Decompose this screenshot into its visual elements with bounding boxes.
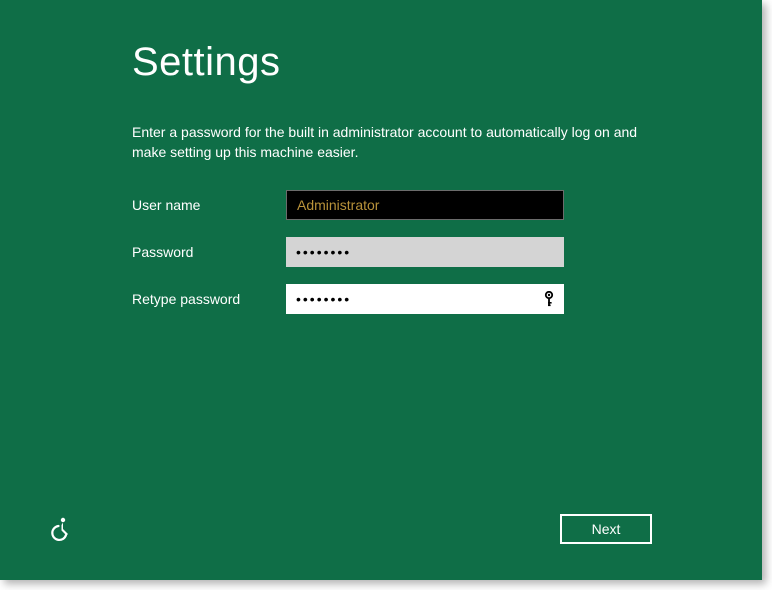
username-input[interactable] xyxy=(286,190,564,220)
password-input-wrap xyxy=(286,237,564,267)
username-input-wrap xyxy=(286,190,564,220)
username-label: User name xyxy=(132,197,286,213)
password-row: Password xyxy=(132,237,642,267)
password-input[interactable] xyxy=(286,237,564,267)
settings-window: Settings Enter a password for the built … xyxy=(0,0,762,580)
next-button[interactable]: Next xyxy=(560,514,652,544)
description-text: Enter a password for the built in admini… xyxy=(132,123,642,162)
page-title: Settings xyxy=(132,40,642,85)
password-label: Password xyxy=(132,244,286,260)
retype-label: Retype password xyxy=(132,291,286,307)
username-row: User name xyxy=(132,190,642,220)
content-area: Settings Enter a password for the built … xyxy=(0,0,762,314)
accessibility-icon[interactable] xyxy=(48,516,74,542)
retype-input[interactable] xyxy=(286,284,564,314)
footer: Next xyxy=(0,514,762,544)
retype-input-wrap xyxy=(286,284,564,314)
retype-row: Retype password xyxy=(132,284,642,314)
